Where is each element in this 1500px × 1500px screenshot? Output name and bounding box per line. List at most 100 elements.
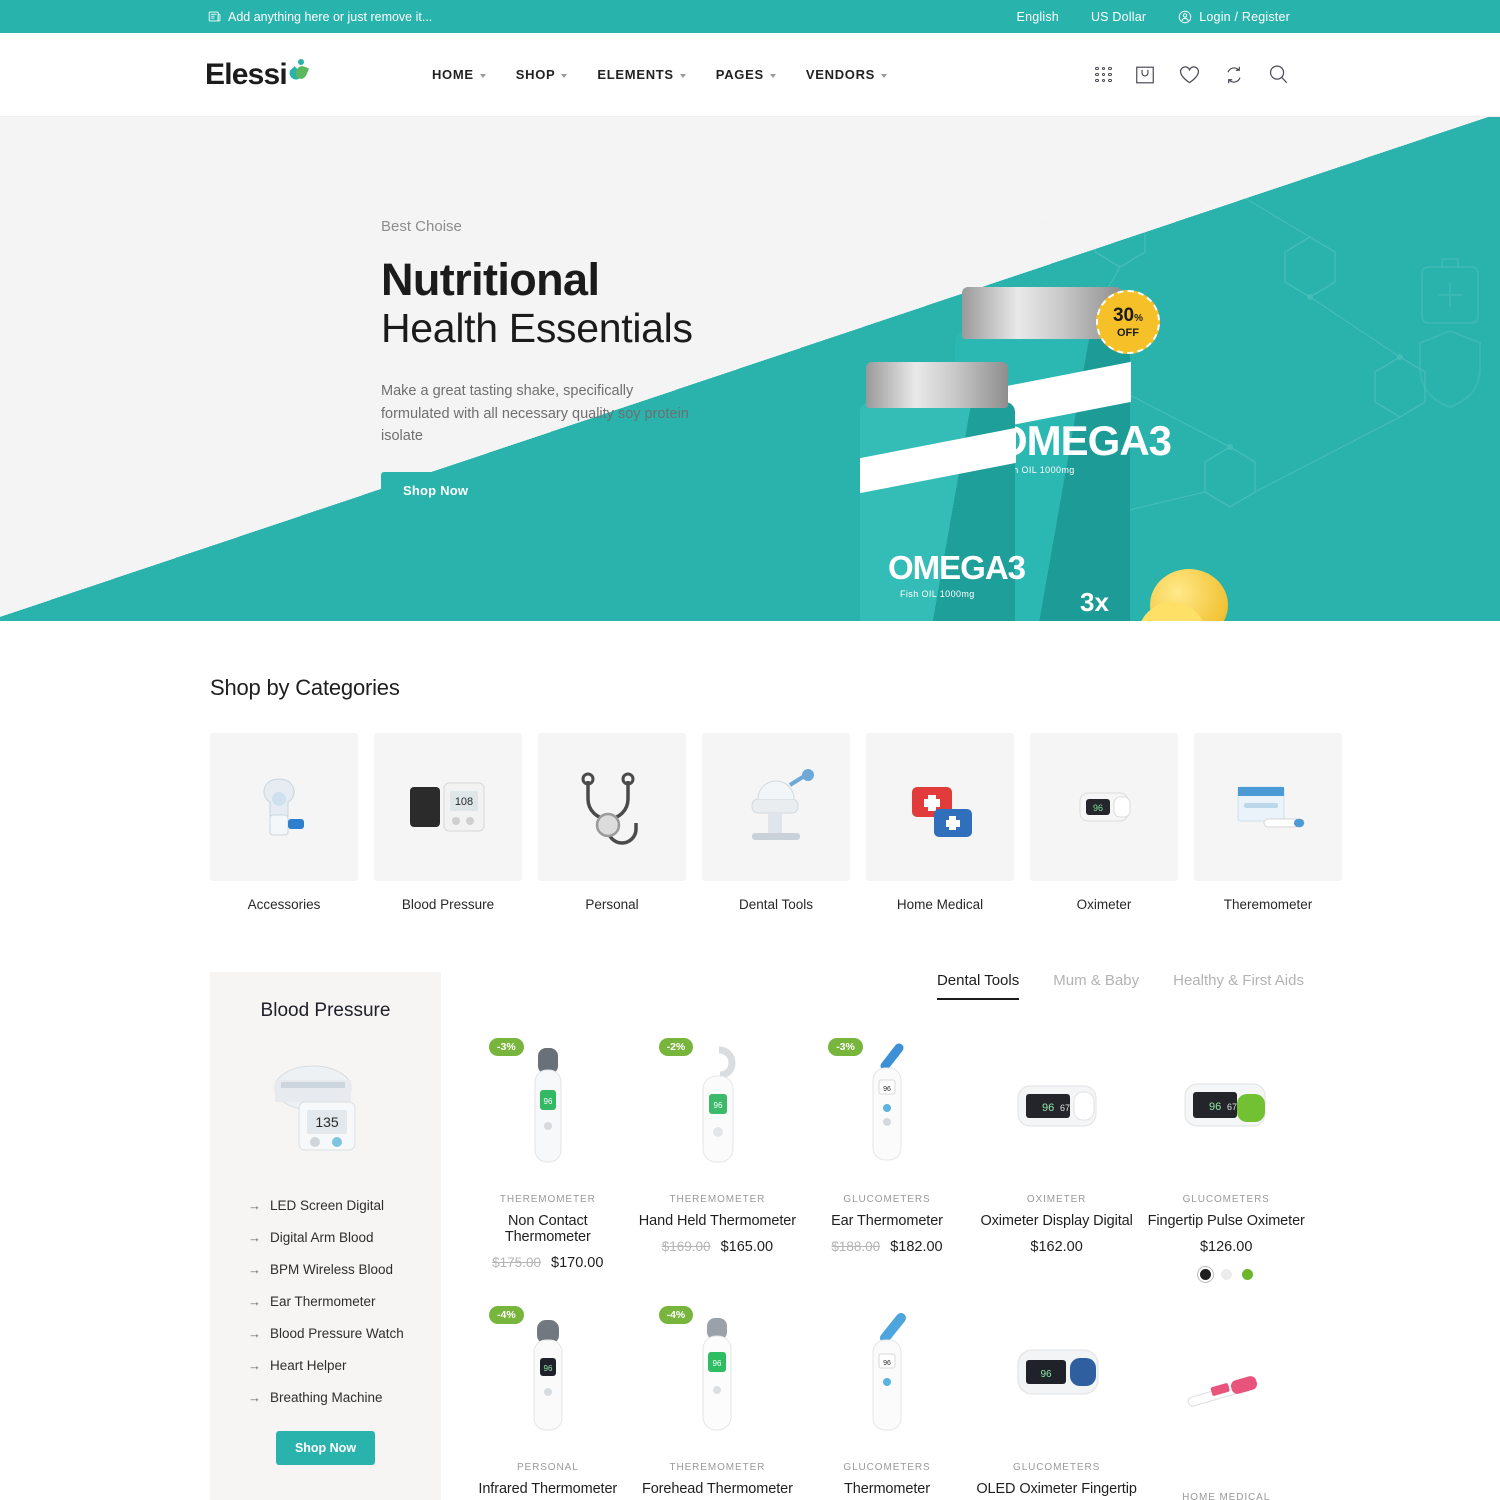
product-old-price: $169.00 [661,1239,711,1254]
wishlist-heart-icon[interactable] [1178,64,1201,85]
site-logo[interactable]: Elessi [205,58,313,92]
product-grid: -3% 96 THEREMOMETER Non Contact Thermome… [467,1032,1307,1500]
product-card[interactable]: 96 GLUCOMETERS OLED Oximeter Fingertip $… [976,1300,1138,1500]
svg-text:96: 96 [1040,1369,1052,1380]
promo-list-item[interactable]: → Breathing Machine [248,1390,421,1405]
badge-off-label: OFF [1117,326,1139,339]
product-listing: Dental Tools Mum & Baby Healthy & First … [467,972,1307,1500]
category-thumbnail: 108 [374,733,522,881]
promo-item-label: Ear Thermometer [270,1294,376,1309]
product-current-price: $182.00 [890,1239,943,1255]
product-card[interactable]: 96 67 OXIMETER Oximeter Display Digital … [976,1032,1138,1300]
category-label: Dental Tools [738,897,814,912]
product-card[interactable]: -4% 96 THEREMOMETER Forehead Thermometer [637,1300,799,1500]
nav-item-vendors[interactable]: VENDORS [806,67,888,82]
hero-title-bold: Nutritional [381,254,600,305]
promo-list-item[interactable]: → Ear Thermometer [248,1294,421,1309]
svg-text:96: 96 [883,1360,891,1367]
brand-text: OMEGA [995,417,1150,464]
tab-mum-and-baby[interactable]: Mum & Baby [1053,972,1139,1000]
swatch-green[interactable] [1241,1269,1253,1280]
product-card[interactable]: -3% 96 GLUCOMETERS Ear Thermometer $188.… [806,1032,968,1300]
swatch-black[interactable] [1196,1266,1214,1283]
product-category: PERSONAL [516,1462,579,1473]
search-icon[interactable] [1267,63,1290,86]
hero-shop-now-button[interactable]: Shop Now [381,471,491,509]
category-card-personal[interactable]: Personal [538,733,686,912]
products-section: Blood Pressure 135 → LED Screen Digital [0,912,1500,1500]
product-card[interactable]: -3% 96 THEREMOMETER Non Contact Thermome… [467,1032,629,1300]
news-icon [208,11,221,22]
storefront-page: Add anything here or just remove it... E… [0,0,1500,1500]
site-header: Elessi HOME SHOP ELEMENTS PAGES VENDORS [0,33,1500,117]
category-card-home-medical[interactable]: Home Medical [866,733,1014,912]
promo-list-item[interactable]: → BPM Wireless Blood [248,1262,421,1277]
top-announcement-bar: Add anything here or just remove it... E… [0,0,1500,33]
discount-badge-30-off: 30 % OFF [1096,290,1160,354]
promo-item-label: Heart Helper [270,1358,347,1373]
promo-list-item[interactable]: → Blood Pressure Watch [248,1326,421,1341]
product-tabs: Dental Tools Mum & Baby Healthy & First … [467,972,1307,1000]
tab-dental-tools[interactable]: Dental Tools [936,972,1020,1000]
product-card[interactable]: 96 GLUCOMETERS Thermometer $156.00 [806,1300,968,1500]
product-image [1145,1300,1307,1440]
category-card-blood-pressure[interactable]: 108 Blood Pressure [374,733,522,912]
category-card-theremometer[interactable]: Theremometer [1194,733,1342,912]
announcement-text: Add anything here or just remove it... [228,9,433,24]
swatch-white[interactable] [1220,1269,1232,1280]
svg-text:135: 135 [315,1114,339,1130]
svg-text:96: 96 [883,1086,891,1093]
forehead-thermometer-icon: 96 [702,1318,732,1431]
product-card[interactable]: -4% 96 PERSONAL Infrared Thermometer [467,1300,629,1500]
nav-item-pages[interactable]: PAGES [716,67,776,82]
tab-healthy-and-first-aids[interactable]: Healthy & First Aids [1173,972,1304,1000]
compare-icon[interactable] [1223,64,1245,86]
cart-icon[interactable] [1134,64,1156,86]
digital-thermometer-icon: 96 [534,1048,562,1163]
category-card-oximeter[interactable]: 96 Oximeter [1030,733,1178,912]
category-label: Accessories [247,897,321,912]
nav-item-elements[interactable]: ELEMENTS [597,67,686,82]
main-navigation: HOME SHOP ELEMENTS PAGES VENDORS [432,67,888,82]
login-register-link[interactable]: Login / Register [1178,10,1290,24]
promo-item-label: Blood Pressure Watch [270,1326,404,1341]
category-label: Theremometer [1223,897,1313,912]
category-thumbnail [866,733,1014,881]
hero-eyebrow: Best Choise [381,218,462,235]
category-card-accessories[interactable]: Accessories [210,733,358,912]
grid-icon[interactable] [1095,66,1112,83]
promo-list-item[interactable]: → Digital Arm Blood [248,1230,421,1245]
dental-chair-icon [751,769,814,840]
stethoscope-icon [581,772,638,845]
category-thumbnail: 96 [1030,733,1178,881]
chevron-down-icon [479,73,486,78]
svg-text:96: 96 [713,1359,722,1368]
svg-text:96: 96 [1093,803,1103,813]
arrow-right-icon: → [248,1358,261,1373]
header-actions [1095,63,1290,86]
svg-text:96: 96 [1209,1101,1221,1113]
pulse-oximeter-icon: 96 [1017,1349,1099,1395]
chevron-down-icon [769,73,776,78]
category-card-dental-tools[interactable]: Dental Tools [702,733,850,912]
product-card[interactable]: -2% 96 THEREMOMETER Hand Held Thermomete… [637,1032,799,1300]
promo-list-item[interactable]: → LED Screen Digital [248,1198,421,1213]
pulse-oximeter-icon: 96 67 [1184,1083,1266,1127]
brand-text: OMEGA [888,549,1009,586]
language-selector[interactable]: English [1017,10,1059,24]
svg-text:96: 96 [543,1364,552,1373]
promo-item-label: BPM Wireless Blood [270,1262,394,1277]
badge-percent: % [1134,312,1144,324]
product-category: THEREMOMETER [669,1462,766,1473]
promo-shop-now-button[interactable]: Shop Now [275,1431,376,1465]
product-category: HOME MEDICAL [1182,1492,1271,1500]
product-card[interactable]: HOME MEDICAL Electronic Thermometer [1145,1300,1307,1500]
product-category: GLUCOMETERS [843,1194,931,1205]
nav-item-shop[interactable]: SHOP [516,67,568,82]
product-card[interactable]: 96 67 GLUCOMETERS Fingertip Pulse Oximet… [1145,1032,1307,1300]
announcement: Add anything here or just remove it... [208,10,432,24]
nav-item-home[interactable]: HOME [432,67,486,82]
category-label: Home Medical [896,897,984,912]
currency-selector[interactable]: US Dollar [1091,10,1146,24]
promo-list-item[interactable]: → Heart Helper [248,1358,421,1373]
